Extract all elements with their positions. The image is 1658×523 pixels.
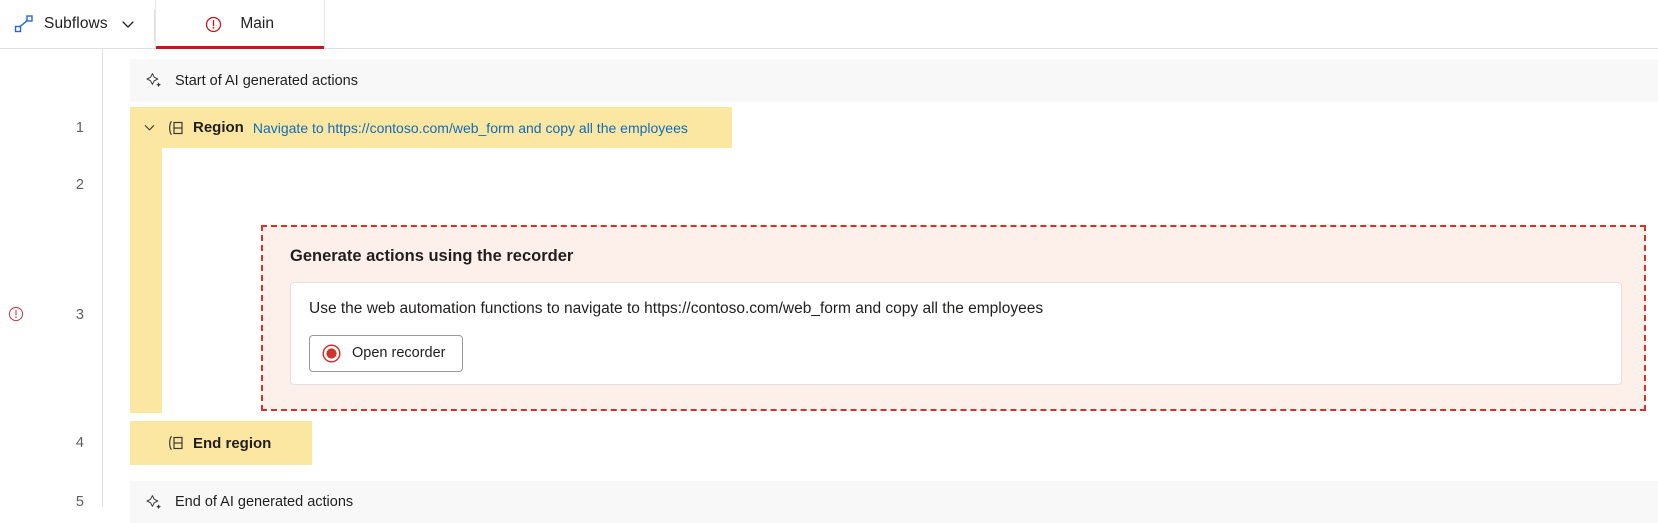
- subflows-label: Subflows: [44, 15, 108, 32]
- ai-recorder-panel: Generate actions using the recorder Use …: [261, 225, 1646, 411]
- action-row-region-start[interactable]: Region Navigate to https://contoso.com/w…: [130, 107, 732, 148]
- row-number-4: 4: [75, 435, 84, 451]
- row-number-1: 1: [75, 120, 84, 136]
- tab-main[interactable]: Main: [154, 0, 325, 49]
- ai-instruction-text: Use the web automation functions to navi…: [309, 300, 1044, 317]
- region-icon: [166, 119, 184, 137]
- action-row-region-end[interactable]: End region: [130, 421, 312, 465]
- record-circle-icon: [322, 344, 341, 363]
- region-end-title: End region: [193, 434, 272, 452]
- region-description: Navigate to https://contoso.com/web_form…: [252, 119, 688, 136]
- action-canvas: Start of AI generated actions Region Nav…: [104, 49, 1658, 523]
- action-row-end-ai[interactable]: End of AI generated actions: [130, 481, 1658, 523]
- action-label: End of AI generated actions: [175, 494, 354, 510]
- action-label: Start of AI generated actions: [175, 72, 358, 89]
- ai-recorder-card: Use the web automation functions to navi…: [290, 282, 1622, 385]
- row-number-2: 2: [75, 177, 84, 193]
- sparkle-icon: [146, 494, 163, 511]
- error-circle-icon: [205, 16, 222, 33]
- open-recorder-label: Open recorder: [352, 345, 446, 362]
- region-icon: [166, 434, 184, 452]
- subflows-icon: [14, 14, 34, 34]
- tab-main-title: Main: [240, 15, 274, 32]
- open-recorder-button[interactable]: Open recorder: [309, 334, 463, 372]
- ai-panel-title: Generate actions using the recorder: [290, 247, 574, 265]
- line-number-gutter: 1 2 3 4 5: [0, 49, 103, 510]
- tab-strip: Subflows Main: [0, 0, 1658, 49]
- flow-workspace: 1 2 3 4 5 Start of AI generated actions: [0, 49, 1658, 523]
- region-title: Region: [193, 119, 244, 136]
- chevron-down-icon[interactable]: [118, 16, 136, 32]
- row-number-5: 5: [75, 494, 84, 510]
- action-row-start-ai[interactable]: Start of AI generated actions: [130, 59, 1658, 102]
- row-number-3: 3: [75, 307, 84, 323]
- sparkle-icon: [146, 72, 163, 89]
- error-circle-icon[interactable]: [8, 306, 24, 322]
- subflows-button[interactable]: Subflows: [0, 0, 154, 48]
- chevron-down-icon[interactable]: [142, 120, 157, 135]
- region-spine: [130, 107, 162, 413]
